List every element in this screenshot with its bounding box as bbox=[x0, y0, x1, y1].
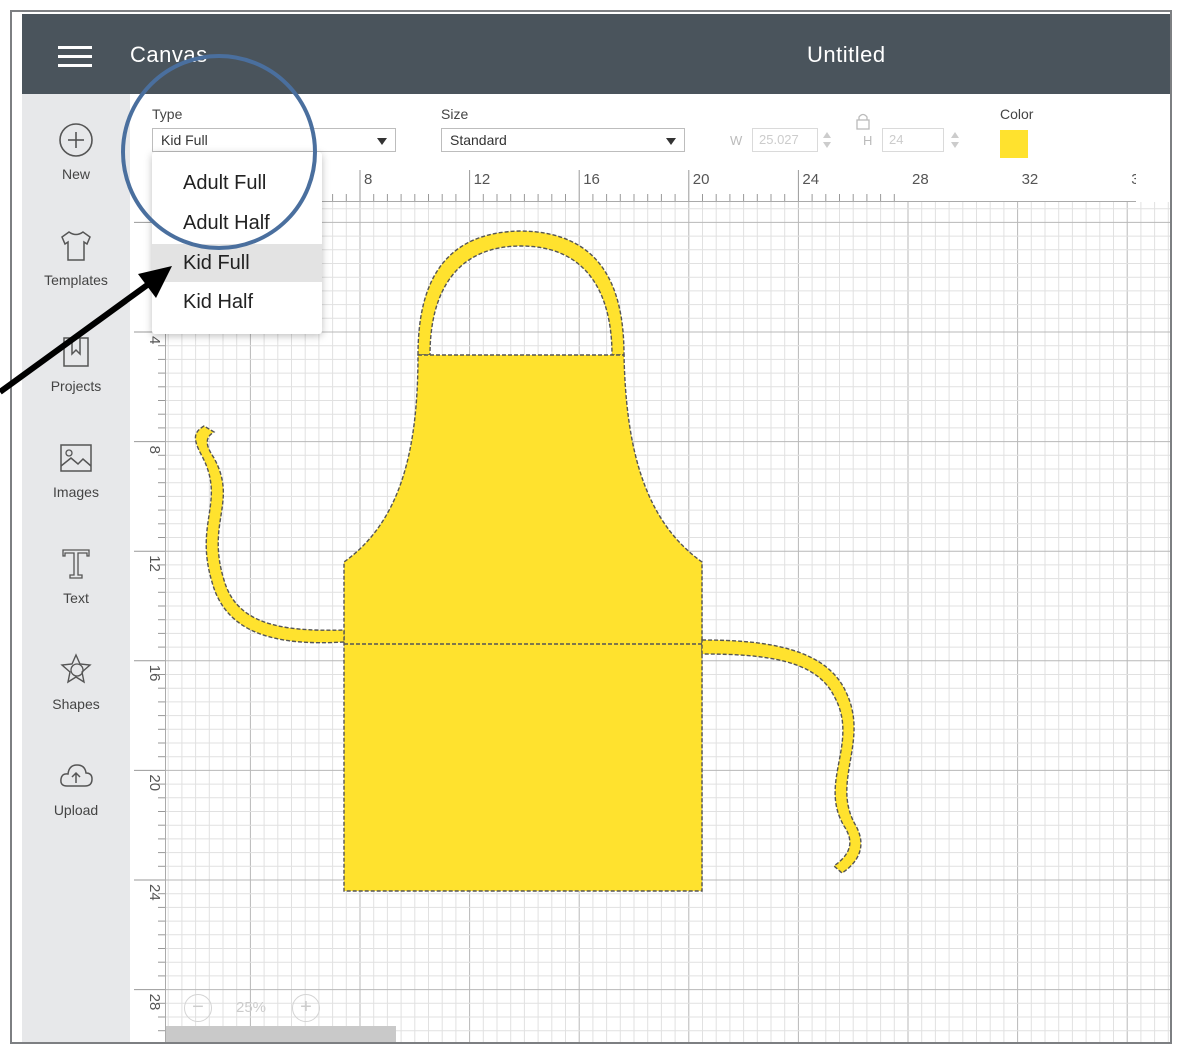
sidebar-item-label: New bbox=[61, 166, 90, 182]
lock-icon[interactable] bbox=[852, 110, 874, 132]
width-value: 25.027 bbox=[759, 132, 799, 147]
type-dropdown-menu: Adult Full Adult Half Kid Full Kid Half bbox=[152, 152, 322, 334]
sidebar-item-projects[interactable]: Projects bbox=[22, 332, 130, 394]
document-title[interactable]: Untitled bbox=[807, 42, 886, 68]
image-icon bbox=[60, 444, 92, 472]
height-value: 24 bbox=[889, 132, 904, 147]
chevron-down-icon bbox=[377, 138, 387, 145]
zoom-out-button[interactable]: − bbox=[184, 994, 212, 1022]
sidebar: New Templates Projects Images Text Shape… bbox=[22, 94, 130, 1042]
type-select[interactable]: Kid Full bbox=[152, 128, 396, 152]
width-input[interactable]: 25.027 bbox=[752, 128, 818, 152]
left-ruler-label: 16 bbox=[146, 665, 163, 682]
left-ruler-label: 28 bbox=[146, 994, 163, 1011]
top-ruler-label: 20 bbox=[693, 171, 710, 188]
sidebar-item-label: Templates bbox=[44, 272, 108, 288]
size-select-value: Standard bbox=[450, 132, 507, 148]
size-select[interactable]: Standard bbox=[441, 128, 685, 152]
type-label: Type bbox=[152, 106, 183, 122]
left-ruler-label: 8 bbox=[146, 446, 163, 454]
plus-circle-icon bbox=[59, 123, 93, 157]
left-ruler-label: 12 bbox=[146, 555, 163, 572]
top-ruler-label: 12 bbox=[474, 171, 491, 188]
sidebar-item-label: Images bbox=[53, 484, 99, 500]
top-ruler-label: 16 bbox=[583, 171, 600, 188]
sidebar-item-text[interactable]: Text bbox=[22, 544, 130, 606]
dropdown-option-adult-half[interactable]: Adult Half bbox=[152, 204, 322, 242]
sidebar-item-new[interactable]: New bbox=[22, 120, 130, 182]
apron-body[interactable] bbox=[343, 354, 703, 892]
zoom-in-button[interactable]: + bbox=[292, 994, 320, 1022]
width-stepper[interactable] bbox=[822, 128, 832, 152]
tshirt-icon bbox=[61, 231, 91, 261]
sidebar-item-templates[interactable]: Templates bbox=[22, 226, 130, 288]
left-ruler-label: 24 bbox=[146, 884, 163, 901]
dropdown-option-kid-full[interactable]: Kid Full bbox=[152, 244, 322, 282]
chevron-down-icon bbox=[666, 138, 676, 145]
sidebar-item-images[interactable]: Images bbox=[22, 438, 130, 500]
sidebar-item-label: Text bbox=[63, 590, 89, 606]
top-ruler-label: 28 bbox=[912, 171, 929, 188]
sidebar-item-label: Shapes bbox=[52, 696, 100, 712]
top-ruler-label: 32 bbox=[1022, 171, 1039, 188]
dropdown-option-adult-full[interactable]: Adult Full bbox=[152, 164, 322, 202]
text-icon bbox=[62, 549, 90, 579]
sidebar-item-label: Upload bbox=[53, 802, 99, 818]
dropdown-option-kid-half[interactable]: Kid Half bbox=[152, 283, 322, 321]
width-label: W bbox=[730, 133, 743, 148]
top-ruler-label: 36 bbox=[1131, 171, 1136, 188]
app-title: Canvas bbox=[130, 42, 208, 67]
horizontal-scrollbar[interactable] bbox=[166, 1026, 396, 1042]
height-label: H bbox=[863, 133, 873, 148]
size-label: Size bbox=[441, 106, 469, 122]
top-bar: Canvas Untitled bbox=[22, 14, 1170, 94]
left-ruler-label: 4 bbox=[146, 336, 163, 344]
sidebar-item-upload[interactable]: Upload bbox=[22, 756, 130, 818]
color-label: Color bbox=[1000, 106, 1034, 122]
sidebar-item-shapes[interactable]: Shapes bbox=[22, 650, 130, 712]
left-ruler-label: 20 bbox=[146, 774, 163, 791]
top-ruler-label: 24 bbox=[802, 171, 819, 188]
height-stepper[interactable] bbox=[950, 128, 960, 152]
cloud-upload-icon bbox=[60, 764, 93, 787]
hamburger-menu-icon[interactable] bbox=[58, 46, 92, 68]
apron-left-tie[interactable] bbox=[194, 425, 345, 644]
top-ruler-label: 8 bbox=[364, 171, 372, 188]
sidebar-item-label: Projects bbox=[50, 378, 102, 394]
type-select-value: Kid Full bbox=[161, 132, 208, 148]
zoom-level: 25% bbox=[236, 999, 267, 1016]
zoom-control: − 25% + bbox=[184, 986, 332, 1030]
bookmark-icon bbox=[63, 337, 89, 367]
height-input[interactable]: 24 bbox=[882, 128, 944, 152]
color-swatch[interactable] bbox=[1000, 130, 1028, 158]
shapes-icon bbox=[60, 653, 92, 684]
